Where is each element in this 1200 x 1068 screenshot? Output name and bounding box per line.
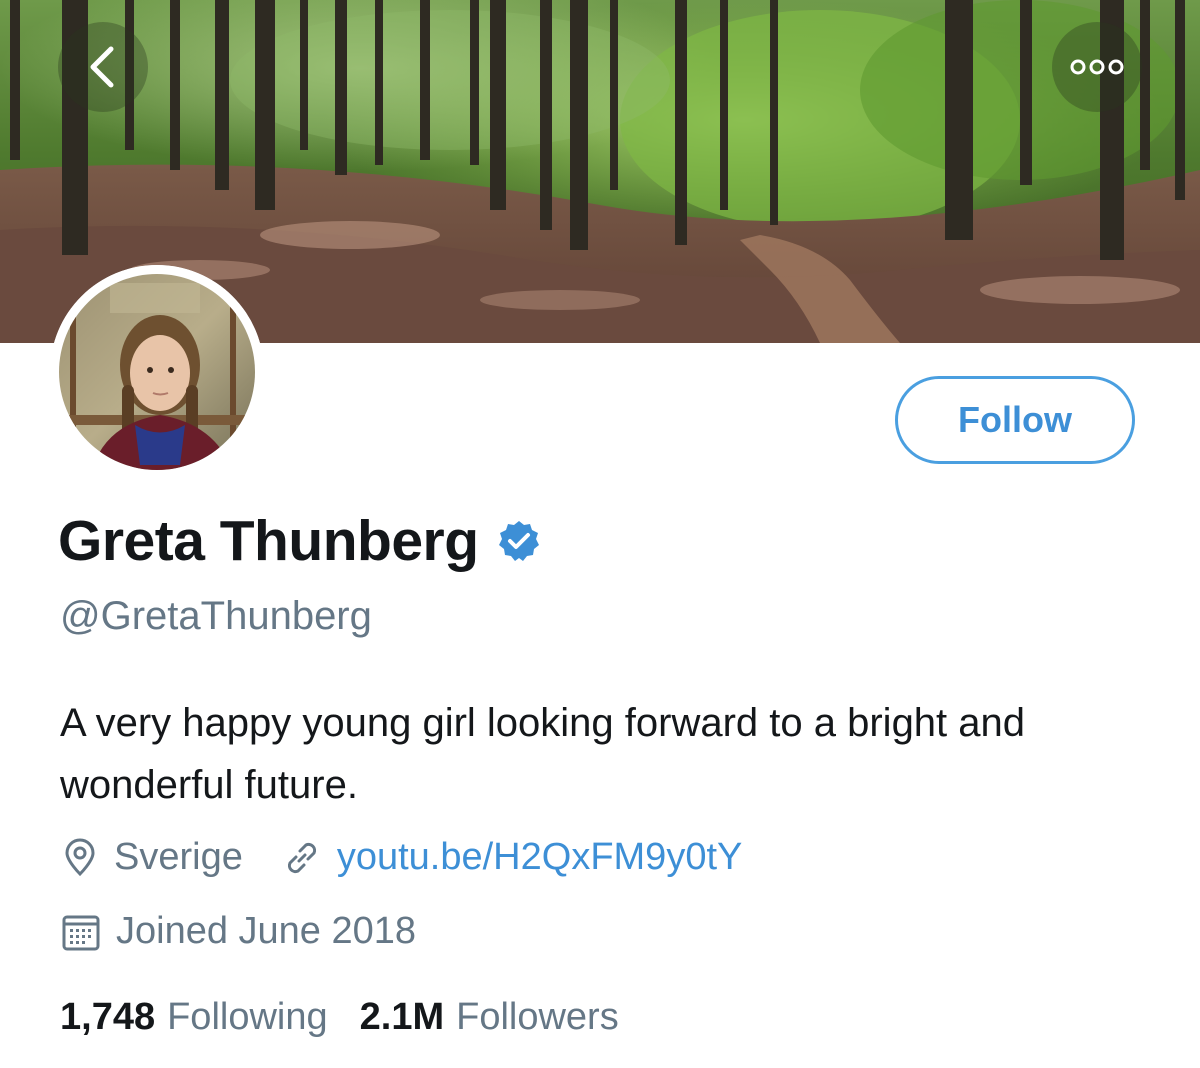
website-link[interactable]: youtu.be/H2QxFM9y0tY [337, 836, 743, 879]
link-icon [287, 842, 316, 873]
following-count: 1,748 [60, 996, 156, 1038]
follow-button[interactable]: Follow [895, 376, 1135, 464]
followers-stat[interactable]: 2.1M Followers [360, 996, 619, 1039]
display-name: Greta Thunberg [58, 509, 479, 573]
joined-item: Joined June 2018 [60, 910, 416, 953]
profile-meta-row: Sverige youtu.be/H2QxFM9y0tY [60, 836, 742, 879]
location-text: Sverige [114, 836, 243, 878]
following-stat[interactable]: 1,748 Following [60, 996, 328, 1039]
avatar[interactable] [50, 265, 264, 479]
profile-page: Follow Greta Thunberg @GretaThunberg A v… [0, 0, 1200, 1068]
name-row: Greta Thunberg [58, 508, 541, 574]
chevron-left-icon [90, 46, 114, 88]
more-options-button[interactable] [1052, 22, 1142, 112]
followers-count: 2.1M [359, 996, 445, 1038]
follow-stats: 1,748 Following 2.1M Followers [60, 996, 619, 1039]
avatar-photo [50, 265, 264, 479]
location-item: Sverige [60, 836, 243, 879]
followers-label: Followers [456, 996, 619, 1038]
more-dots-icon [1070, 59, 1124, 75]
back-button[interactable] [58, 22, 148, 112]
verified-badge-icon [498, 521, 539, 561]
calendar-icon [62, 915, 100, 950]
user-handle: @GretaThunberg [60, 594, 372, 638]
following-label: Following [167, 996, 328, 1038]
profile-bio: A very happy young girl looking forward … [60, 701, 1026, 807]
website-item[interactable]: youtu.be/H2QxFM9y0tY [281, 836, 743, 879]
joined-text: Joined June 2018 [116, 910, 417, 952]
location-pin-icon [65, 838, 95, 876]
joined-row: Joined June 2018 [60, 910, 416, 953]
